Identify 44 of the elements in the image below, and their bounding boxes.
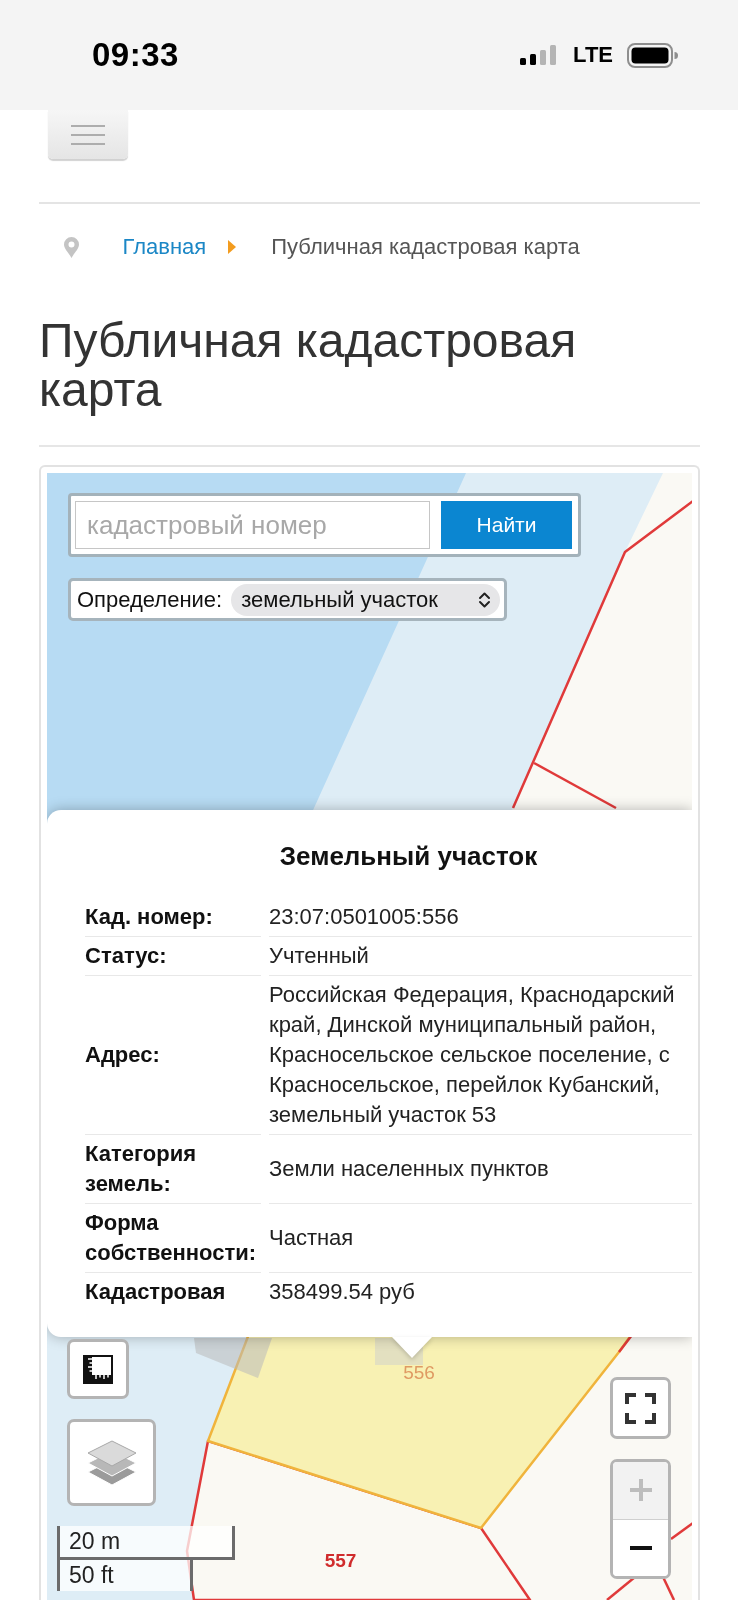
boundary-line [670,1522,692,1540]
field-value: Российская Федерация, Краснодарский край, Динской муниципальный район, Красносельское сельское поселение, с Красносельское, перейлок Кубанский, земельный участок 53 [269,976,692,1135]
network-type: LTE [573,42,613,68]
field-value: 358499.54 руб [269,1278,416,1306]
zoom-out-button[interactable] [613,1518,668,1576]
field-value: Земли населенных пунктов [269,1135,692,1204]
ruler-icon [83,1354,113,1384]
field-value: Учтенный [269,937,692,976]
menu-button[interactable] [48,110,128,159]
field-label: Категория земель: [85,1135,261,1204]
layers-button[interactable] [67,1419,156,1506]
parcel-number: 556 [403,1362,435,1383]
signal-icon [520,45,557,65]
minus-icon [629,1545,652,1550]
scale-bar: 20 m [57,1526,235,1560]
field-label: Форма собственности: [85,1204,261,1273]
field-label: Адрес: [85,976,261,1135]
page-title: Публичная кадастровая карта [39,316,578,414]
field-label: Статус: [85,937,261,976]
popup-title: Земельный участок [278,840,539,872]
field-value: Частная [269,1204,692,1273]
identify-label: Определение: [77,586,223,613]
find-button[interactable]: Найти [441,501,572,549]
field-label: Кадастровая [85,1278,227,1306]
breadcrumb-current: Публичная кадастровая карта [271,234,580,260]
parcel-number: 557 [324,1549,357,1571]
clock-time: 09:33 [92,36,179,74]
measure-button[interactable] [67,1339,129,1399]
battery-icon [627,42,678,68]
breadcrumb-link[interactable]: Главная [122,234,207,260]
plus-icon [629,1479,652,1502]
fullscreen-button[interactable] [610,1377,671,1439]
field-label: Кад. номер: [85,898,261,937]
fullscreen-icon [625,1392,656,1424]
up-down-chevron-icon [478,590,491,609]
cadastral-number-field[interactable]: кадастровый номер [75,501,430,549]
scale-bar: 50 ft [57,1560,193,1591]
object-type-select[interactable]: земельный участок [231,583,500,616]
layers-icon [86,1438,137,1487]
boundary-line [618,1334,633,1353]
triangle-icon [228,240,237,254]
location-pin-icon [63,236,79,258]
field-value: 23:07:0501005:556 [269,898,692,937]
menu-icon [71,124,105,145]
